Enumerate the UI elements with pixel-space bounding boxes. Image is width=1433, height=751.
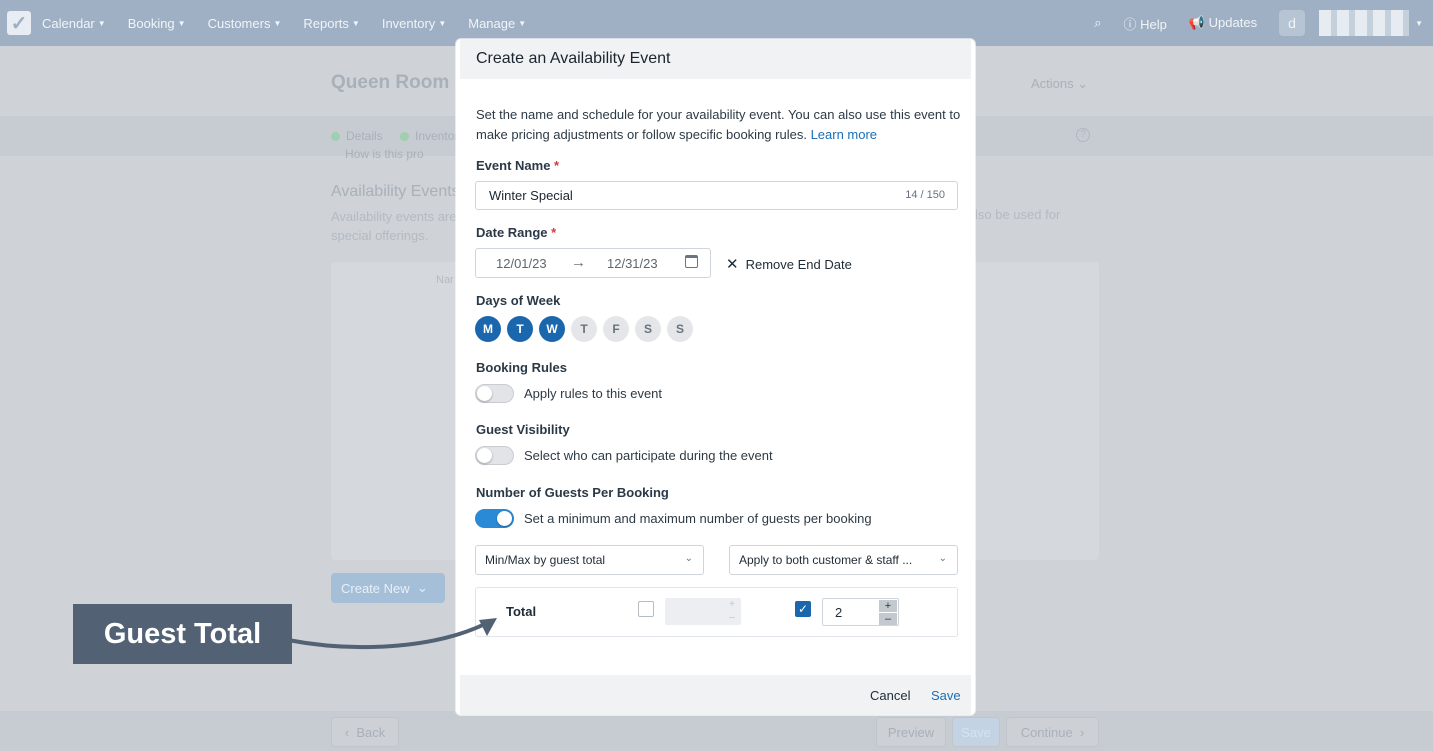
avatar[interactable]: d [1279,10,1306,36]
modal-footer: Cancel Save [460,675,971,715]
increment-icon[interactable]: + [879,600,897,612]
character-counter: 14 / 150 [905,189,945,201]
section-description-right: lso be used for [975,207,1061,222]
callout-arrow-icon [286,618,497,650]
days-of-week-picker: M T W T F S S [475,316,699,342]
account-name-blurred[interactable] [1319,10,1410,36]
help-link[interactable]: ⓘ Help [1123,14,1166,33]
chevron-down-icon: ⌄ [684,553,693,564]
section-title: Availability Events [331,183,460,200]
chevron-down-icon: ⌄ [938,553,947,564]
preview-button[interactable]: Preview [876,717,946,747]
guests-per-booking-label: Number of Guests Per Booking [476,485,669,500]
increment-icon: + [729,599,735,610]
start-date-input[interactable]: 12/01/23 [496,256,547,271]
availability-event-modal: Create an Availability Event Set the nam… [456,39,975,715]
guests-per-booking-row: Set a minimum and maximum number of gues… [475,509,872,528]
max-guests-value[interactable]: 2 [835,605,842,620]
guest-visibility-toggle[interactable] [475,446,514,465]
booking-rules-label: Booking Rules [476,360,568,375]
max-guests-stepper[interactable]: 2 + – [822,598,899,626]
end-date-input[interactable]: 12/31/23 [607,256,658,271]
day-saturday[interactable]: S [635,316,661,342]
day-wednesday[interactable]: W [539,316,565,342]
close-icon: ✕ [726,256,739,273]
continue-button[interactable]: Continue › [1006,717,1099,747]
decrement-icon[interactable]: – [879,613,897,625]
booking-rules-toggle[interactable] [475,384,514,403]
create-new-button[interactable]: Create New ⌄ [331,573,445,603]
days-of-week-label: Days of Week [476,293,561,308]
total-label: Total [506,604,537,619]
cancel-button[interactable]: Cancel [870,688,910,703]
actions-dropdown[interactable]: Actions ⌄ [1031,76,1088,92]
date-range-picker[interactable]: 12/01/23 → 12/31/23 [475,248,711,278]
day-friday[interactable]: F [603,316,629,342]
event-name-field[interactable]: Winter Special 14 / 150 [475,181,958,210]
main-nav: Calendar ▼ Booking ▼ Customers ▼ Reports ▼ I… [42,16,548,31]
day-tuesday[interactable]: T [507,316,533,342]
max-enable-checkbox[interactable]: ✓ [795,601,811,617]
search-icon[interactable]: ⌕ [1094,15,1101,31]
min-guests-stepper: + – [665,598,741,625]
modal-header: Create an Availability Event [460,39,971,79]
back-button[interactable]: ‹ Back [331,717,399,747]
learn-more-link[interactable]: Learn more [811,127,877,142]
modal-intro: Set the name and schedule for your avail… [476,107,961,142]
save-button[interactable]: Save [931,688,961,703]
step-inventory[interactable]: Inventor [400,129,458,143]
guest-total-row: Total + – ✓ 2 + – [475,587,958,637]
chevron-down-icon[interactable]: ▼ [1415,19,1423,28]
updates-link[interactable]: 📢 Updates [1189,15,1257,31]
remove-end-date-button[interactable]: ✕ Remove End Date [726,255,852,273]
page-title: Queen Room [331,72,450,93]
guest-total-callout: Guest Total [73,604,292,664]
day-sunday[interactable]: S [667,316,693,342]
apply-to-select[interactable]: Apply to both customer & staff ... ⌄ [729,545,958,575]
nav-inventory[interactable]: Inventory ▼ [382,16,446,31]
topbar-right: ⌕ ⓘ Help 📢 Updates d ▼ [1094,0,1433,46]
step-status-icon [400,131,409,141]
guest-visibility-row: Select who can participate during the ev… [475,446,773,465]
guest-visibility-label: Guest Visibility [476,422,570,437]
minmax-type-select[interactable]: Min/Max by guest total ⌄ [475,545,704,575]
help-circle-icon[interactable]: ? [1076,128,1090,142]
event-name-label: Event Name * [476,158,560,173]
nav-reports[interactable]: Reports ▼ [303,16,359,31]
help-text-fragment: How is this pro [345,147,424,161]
step-status-icon [331,131,340,141]
toggle-knob [477,386,492,401]
min-enable-checkbox[interactable] [638,601,654,617]
nav-manage[interactable]: Manage ▼ [468,16,526,31]
date-range-label: Date Range * [476,225,557,240]
page-footer [0,711,1433,751]
column-header-name: Nar [436,274,454,286]
nav-booking[interactable]: Booking ▼ [128,16,186,31]
guests-per-booking-toggle[interactable] [475,509,514,528]
toggle-knob [497,511,512,526]
toggle-knob [477,448,492,463]
app-logo-icon[interactable]: ✓ [7,11,31,35]
modal-title: Create an Availability Event [476,50,671,67]
decrement-icon: – [729,612,735,623]
nav-customers[interactable]: Customers ▼ [208,16,282,31]
save-button-background[interactable]: Save [952,717,1000,747]
arrow-right-icon: → [571,254,586,271]
step-details[interactable]: Details [331,129,383,143]
nav-calendar[interactable]: Calendar ▼ [42,16,106,31]
calendar-icon[interactable] [685,255,698,268]
day-thursday[interactable]: T [571,316,597,342]
day-monday[interactable]: M [475,316,501,342]
booking-rules-row: Apply rules to this event [475,384,662,403]
